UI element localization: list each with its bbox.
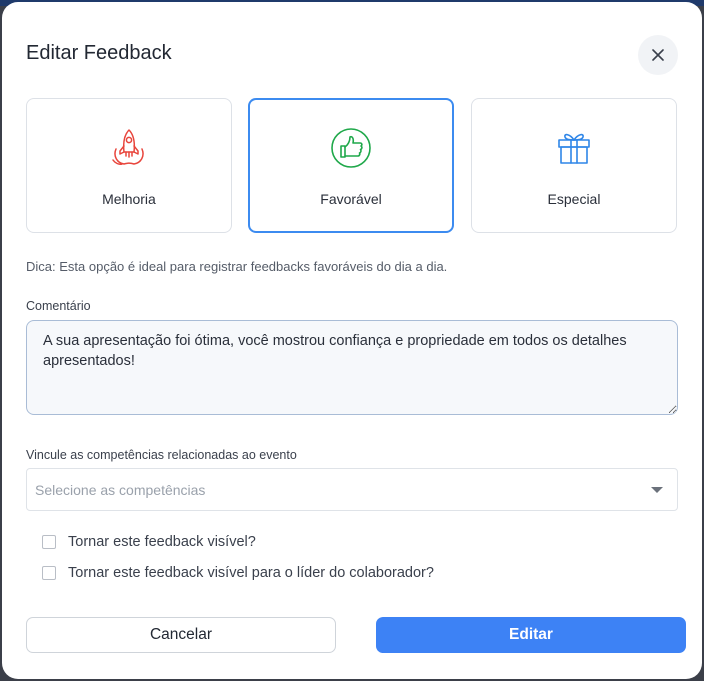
comment-label: Comentário	[26, 299, 91, 313]
type-label-especial: Especial	[547, 191, 601, 207]
close-icon	[652, 49, 664, 61]
chevron-down-icon	[651, 487, 663, 493]
cancel-button[interactable]: Cancelar	[26, 617, 336, 653]
thumbs-up-icon	[331, 128, 371, 168]
type-label-melhoria: Melhoria	[102, 191, 156, 207]
type-label-favoravel: Favorável	[320, 191, 382, 207]
gift-icon	[558, 133, 590, 164]
visible-checkbox-label: Tornar este feedback visível?	[68, 534, 256, 550]
edit-button[interactable]: Editar	[376, 617, 686, 653]
type-card-melhoria[interactable]: Melhoria	[26, 98, 232, 233]
modal-title: Editar Feedback	[26, 42, 172, 64]
competencies-placeholder: Selecione as competências	[35, 482, 206, 498]
leader-visible-checkbox-label: Tornar este feedback visível para o líde…	[68, 565, 434, 581]
comment-textarea[interactable]	[26, 320, 678, 415]
rocket-icon	[112, 129, 144, 165]
leader-visible-checkbox[interactable]	[42, 566, 56, 580]
visible-checkbox[interactable]	[42, 535, 56, 549]
type-card-especial[interactable]: Especial	[471, 98, 677, 233]
visible-checkbox-row[interactable]: Tornar este feedback visível?	[42, 533, 256, 551]
hint-text: Dica: Esta opção é ideal para registrar …	[26, 259, 448, 274]
competencies-select[interactable]: Selecione as competências	[26, 468, 678, 511]
close-button[interactable]	[638, 35, 678, 75]
edit-feedback-modal: Editar Feedback Melhoria Favorável Espec…	[2, 2, 702, 679]
leader-visible-checkbox-row[interactable]: Tornar este feedback visível para o líde…	[42, 564, 434, 582]
competencies-label: Vincule as competências relacionadas ao …	[26, 448, 297, 462]
type-card-favoravel[interactable]: Favorável	[248, 98, 454, 233]
